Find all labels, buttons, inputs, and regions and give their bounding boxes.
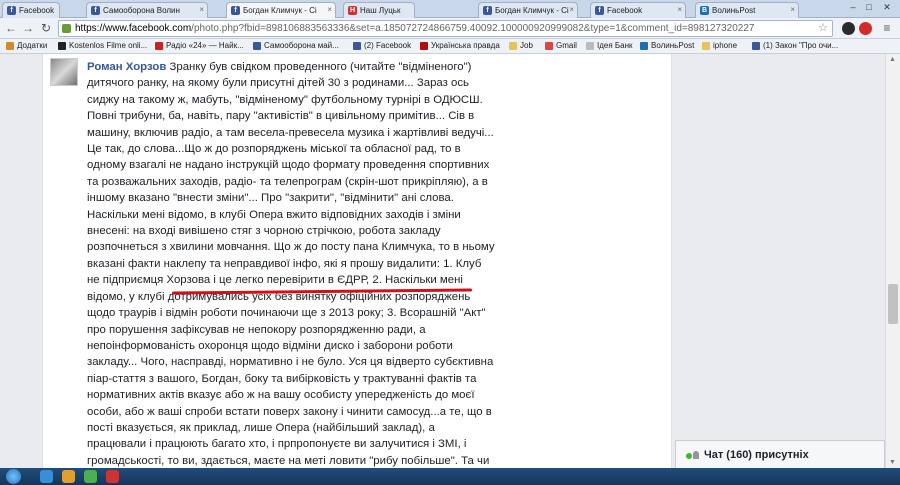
comment-author-link[interactable]: Роман Хорзов	[87, 61, 166, 73]
tab-klymchuk-active[interactable]: f Богдан Климчук - Сі ×	[226, 2, 336, 18]
close-icon[interactable]: ×	[569, 5, 574, 14]
gmail-icon	[545, 42, 553, 50]
tab-facebook-2[interactable]: f Facebook ×	[590, 2, 686, 18]
bookmark-volynpost[interactable]: ВолиньPost	[640, 41, 694, 50]
bookmark-pravda[interactable]: Українська правда	[420, 41, 500, 50]
bookmarks-bar: Додатки Kostenlos Filme onli... Радіо «2…	[0, 39, 900, 54]
facebook-icon	[353, 42, 361, 50]
tab-volynpost[interactable]: В ВолиньPost ×	[695, 2, 799, 18]
taskbar-app-icon[interactable]	[106, 470, 119, 483]
bookmark-kostenlos[interactable]: Kostenlos Filme onli...	[58, 41, 147, 50]
extension-icon[interactable]	[842, 22, 855, 35]
folder-icon	[702, 42, 710, 50]
os-taskbar	[0, 468, 900, 485]
menu-icon[interactable]: ≡	[880, 21, 894, 35]
address-bar[interactable]: https://www.facebook.com/photo.php?fbid=…	[58, 20, 833, 37]
close-icon[interactable]: ×	[327, 5, 332, 14]
browser-toolbar: ← → ↻ https://www.facebook.com/photo.php…	[0, 18, 900, 39]
bookmark-star-icon[interactable]: ☆	[818, 21, 828, 36]
facebook-icon: f	[91, 6, 100, 15]
tab-samooborona[interactable]: f Самооборона Волин ×	[86, 2, 208, 18]
site-icon: В	[700, 6, 709, 15]
facebook-icon	[752, 42, 760, 50]
folder-icon[interactable]	[62, 470, 75, 483]
facebook-icon: f	[231, 6, 240, 15]
bookmark-job[interactable]: Job	[509, 41, 533, 50]
scrollbar-thumb[interactable]	[888, 284, 898, 324]
bookmark-samooborona[interactable]: Самооборона май...	[253, 41, 339, 50]
avatar[interactable]	[50, 58, 78, 86]
facebook-icon: f	[7, 6, 16, 15]
maximize-icon[interactable]: □	[862, 0, 876, 16]
folder-icon	[509, 42, 517, 50]
bookmark-idea-bank[interactable]: Ідея Банк	[586, 41, 633, 50]
reload-icon[interactable]: ↻	[39, 21, 53, 35]
site-icon	[58, 42, 66, 50]
taskbar-app-icon[interactable]	[40, 470, 53, 483]
tab-facebook-1[interactable]: f Facebook	[2, 2, 60, 18]
close-icon[interactable]: ×	[790, 5, 795, 14]
apps-icon	[6, 42, 14, 50]
bookmark-apps[interactable]: Додатки	[6, 41, 47, 50]
scroll-down-icon[interactable]: ▼	[889, 459, 896, 466]
bookmark-zakon[interactable]: (1) Закон "Про очи...	[752, 41, 838, 50]
opera-icon[interactable]	[859, 22, 872, 35]
facebook-icon	[253, 42, 261, 50]
chat-label: Чат (160) присутніх	[704, 449, 809, 461]
radio-icon	[155, 42, 163, 50]
comment-body: Роман Хорзов Зранку був свідком проведен…	[87, 59, 497, 468]
chat-bar[interactable]: Чат (160) присутніх	[675, 440, 885, 468]
vertical-scrollbar[interactable]: ▲ ▼	[885, 54, 900, 468]
bookmark-radio24[interactable]: Радіо «24» — Найк...	[155, 41, 244, 50]
start-button-icon[interactable]	[6, 469, 21, 484]
scroll-up-icon[interactable]: ▲	[889, 56, 896, 63]
page-icon	[586, 42, 594, 50]
page-viewport: Роман Хорзов Зранку був свідком проведен…	[0, 54, 885, 468]
minimize-icon[interactable]: –	[846, 0, 860, 16]
person-icon	[693, 451, 699, 459]
tab-klymchuk-2[interactable]: f Богдан Климчук - Сі ×	[478, 2, 578, 18]
bookmark-facebook[interactable]: (2) Facebook	[353, 41, 411, 50]
close-window-icon[interactable]: ✕	[880, 0, 894, 16]
close-icon[interactable]: ×	[199, 5, 204, 14]
lock-icon	[62, 24, 71, 33]
facebook-icon: f	[483, 6, 492, 15]
facebook-icon: f	[595, 6, 604, 15]
site-icon	[640, 42, 648, 50]
bookmark-gmail[interactable]: Gmail	[545, 41, 577, 50]
back-icon[interactable]: ←	[4, 21, 18, 35]
tab-nash-lutsk[interactable]: Н Наш Луцьк	[343, 2, 415, 18]
online-status-icon	[686, 453, 692, 459]
chrome-icon[interactable]	[84, 470, 97, 483]
site-icon	[420, 42, 428, 50]
close-icon[interactable]: ×	[677, 5, 682, 14]
forward-icon[interactable]: →	[21, 21, 35, 35]
site-icon: Н	[348, 6, 357, 15]
comment-text: Зранку був свідком проведенного (читайте…	[87, 61, 495, 467]
bookmark-iphone[interactable]: iphone	[702, 41, 737, 50]
tab-strip: f Facebook f Самооборона Волин × f Богдан Кл…	[0, 0, 900, 18]
